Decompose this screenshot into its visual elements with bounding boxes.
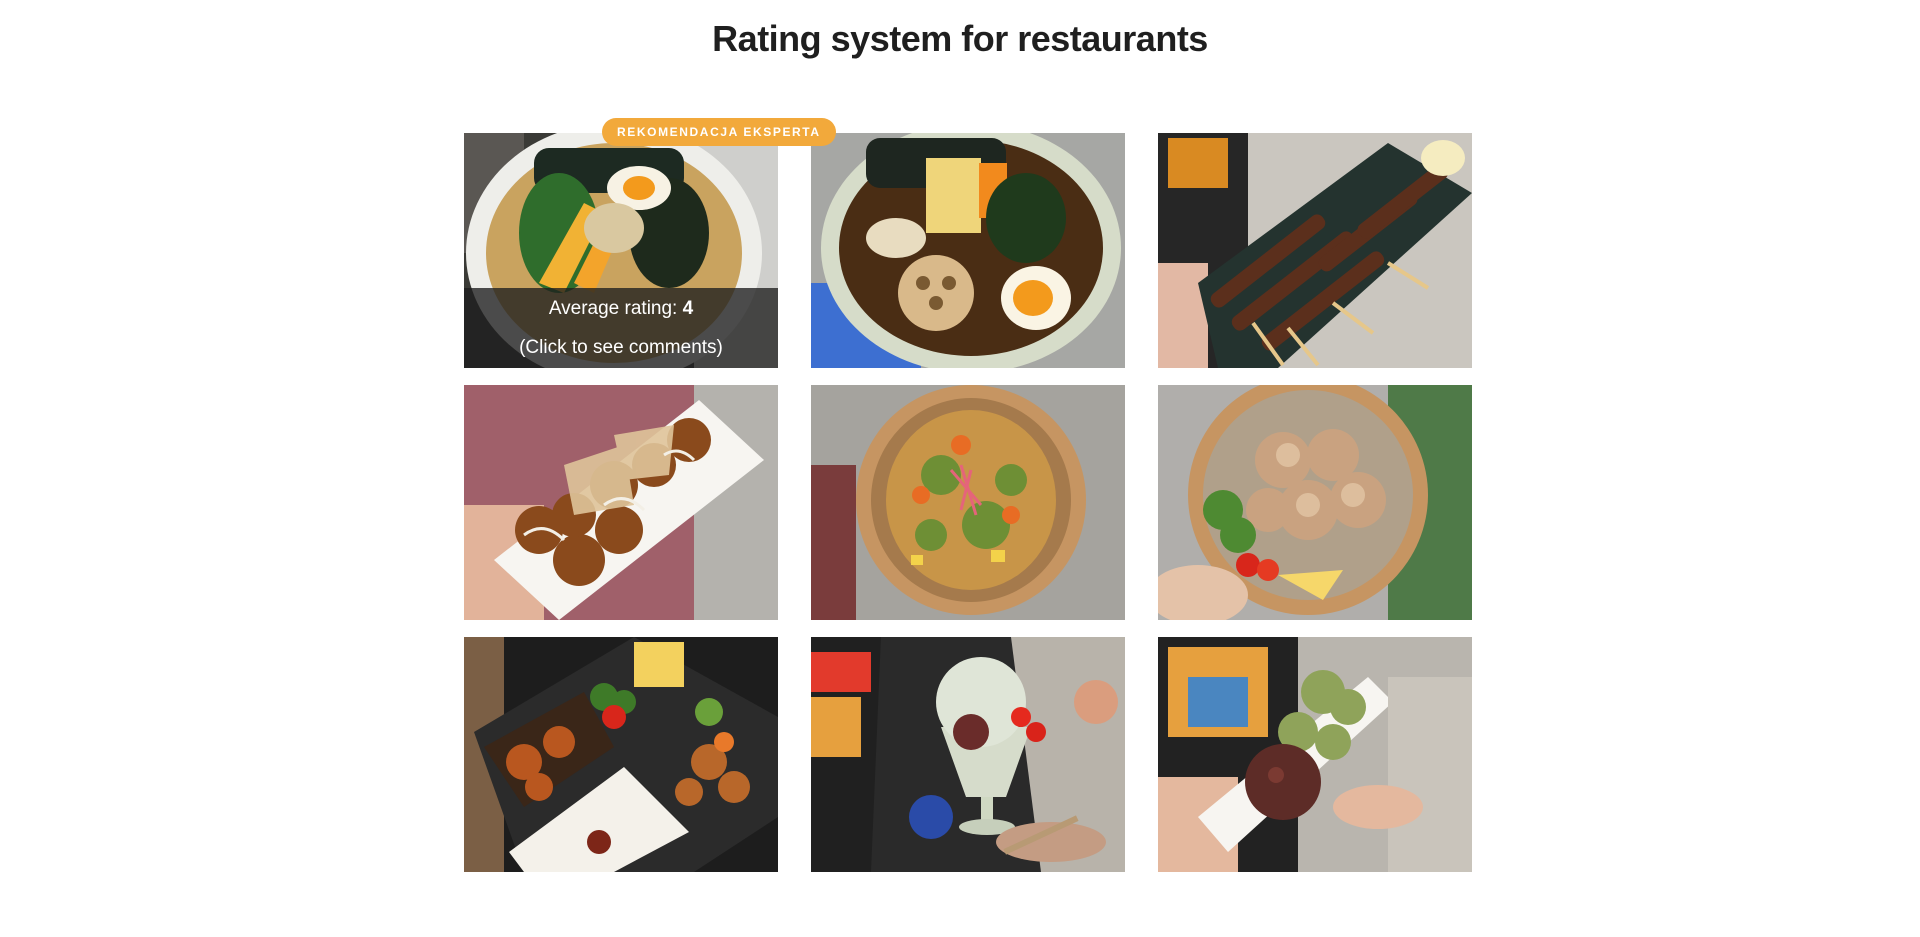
gallery-tile-okonomi-bowl[interactable] (811, 385, 1125, 620)
bento-box-photo (464, 637, 778, 872)
gallery-tile-karaage[interactable] (1158, 385, 1472, 620)
average-rating-value: 4 (682, 298, 694, 319)
rating-overlay[interactable]: Average rating: 4 (Click to see comments… (464, 288, 778, 368)
gallery-tile-kakigori[interactable] (811, 637, 1125, 872)
gallery-tile-yakitori[interactable] (1158, 133, 1472, 368)
okonomi-bowl-photo (811, 385, 1125, 620)
average-rating-text: Average rating: 4 (464, 298, 778, 320)
takoyaki-plate-photo (464, 385, 778, 620)
gallery-tile-lotus-ramen[interactable] (811, 133, 1125, 368)
page-title: Rating system for restaurants (712, 18, 1208, 59)
lotus-ramen-photo (811, 133, 1125, 368)
yakitori-skewers-photo (1158, 133, 1472, 368)
gallery-tile-matcha-mochi[interactable] (1158, 637, 1472, 872)
expert-recommendation-badge: REKOMENDACJA EKSPERTA (602, 118, 836, 146)
gallery-tile-bento[interactable] (464, 637, 778, 872)
gallery-tile-ramen[interactable]: Average rating: 4 (Click to see comments… (464, 133, 778, 368)
average-rating-label: Average rating: (548, 298, 678, 319)
karaage-bowl-photo (1158, 385, 1472, 620)
gallery-tile-takoyaki[interactable] (464, 385, 778, 620)
see-comments-hint: (Click to see comments) (519, 337, 723, 358)
matcha-mochi-photo (1158, 637, 1472, 872)
kakigori-dessert-photo (811, 637, 1125, 872)
restaurant-gallery: Average rating: 4 (Click to see comments… (464, 133, 1472, 872)
